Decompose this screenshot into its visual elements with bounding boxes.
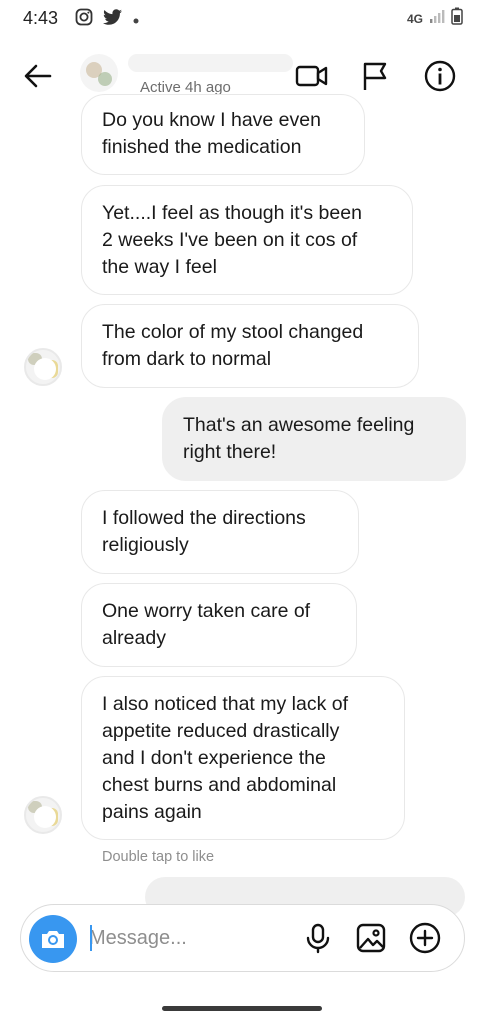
flag-icon [363,62,387,90]
status-time: 4:43 [23,8,59,28]
plus-circle-icon [409,922,441,954]
sender-avatar[interactable] [24,348,62,386]
info-button[interactable] [422,58,458,94]
video-camera-icon [295,65,328,87]
message-bubble-received[interactable]: One worry taken care of already [81,583,357,667]
message-composer [20,904,465,972]
more-options-button[interactable] [408,921,442,955]
network-type-label: 4G [406,11,423,26]
back-button[interactable] [20,58,56,94]
twitter-icon [103,8,123,31]
message-bubble-received[interactable]: I also noticed that my lack of appetite … [81,676,405,840]
status-bar: 4:43 4G [0,0,485,38]
microphone-icon [306,923,330,954]
message-bubble-sent[interactable]: That's an awesome feeling right there! [162,397,466,481]
notification-dot-icon [133,11,139,29]
image-icon [356,923,386,953]
home-indicator[interactable] [162,1006,322,1011]
message-bubble-received[interactable]: Do you know I have even finished the med… [81,94,365,175]
text-cursor [90,925,92,951]
report-button[interactable] [357,58,393,94]
battery-icon [451,7,463,30]
instagram-icon [75,8,93,31]
message-input[interactable] [89,923,289,953]
message-bubble-received[interactable]: The color of my stool changed from dark … [81,304,419,388]
video-call-button[interactable] [294,58,330,94]
contact-name-redacted[interactable] [128,54,293,72]
back-arrow-icon [24,64,52,88]
camera-icon [42,931,64,948]
gallery-button[interactable] [354,921,388,955]
info-icon [424,60,456,92]
message-bubble-received[interactable]: I followed the directions religiously [81,490,359,574]
voice-message-button[interactable] [301,921,335,955]
message-bubble-received[interactable]: Yet....I feel as though it's been 2 week… [81,185,413,295]
contact-avatar[interactable] [80,54,118,92]
camera-button[interactable] [29,915,77,963]
sender-avatar[interactable] [24,796,62,834]
double-tap-hint: Double tap to like [102,849,215,865]
signal-icon [429,8,445,29]
